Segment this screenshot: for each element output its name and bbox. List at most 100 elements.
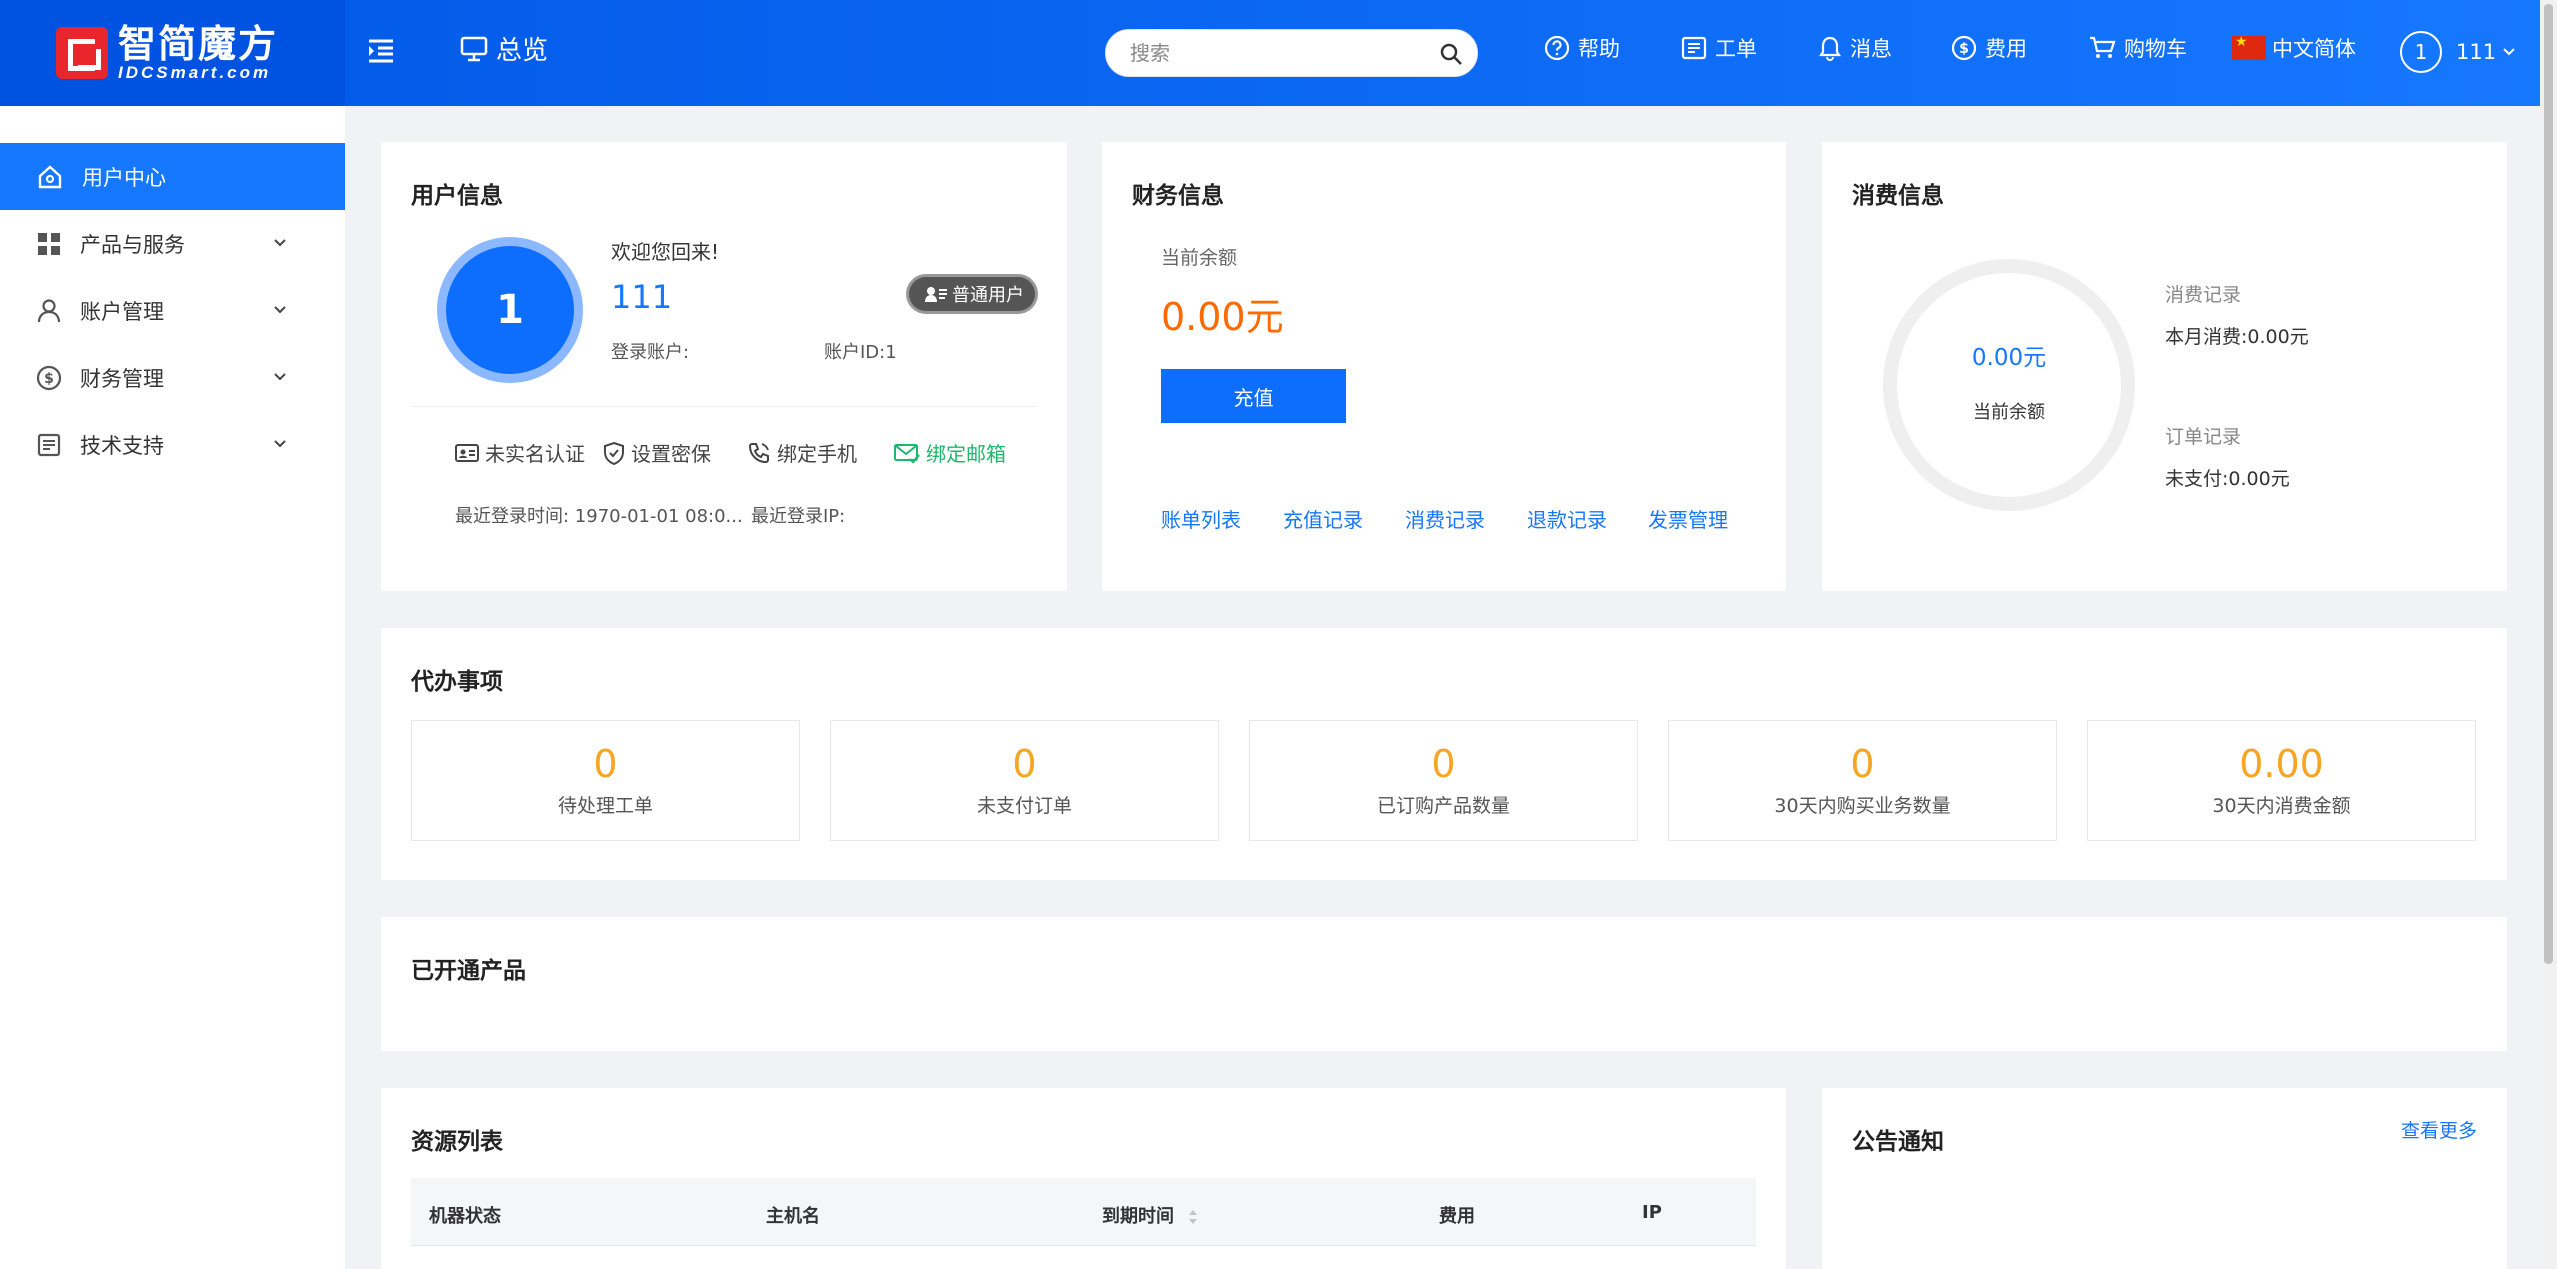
- page-scrollbar[interactable]: [2540, 0, 2557, 1269]
- todo-value: 0: [1012, 742, 1037, 786]
- todo-value: 0: [593, 742, 618, 786]
- recharge-record-link[interactable]: 充值记录: [1283, 504, 1363, 533]
- cart-icon: [2090, 36, 2116, 58]
- column-header-ip: IP: [1642, 1202, 1662, 1223]
- card-title: 公告通知: [1852, 1129, 1944, 1155]
- todo-pending-ticket[interactable]: 0 待处理工单: [411, 720, 800, 841]
- bell-icon: [1818, 36, 1842, 61]
- balance-label: 当前余额: [1161, 247, 1238, 269]
- realname-verify[interactable]: 未实名认证: [455, 438, 585, 467]
- todo-unpaid-order[interactable]: 0 未支付订单: [830, 720, 1219, 841]
- phone-label: 绑定手机: [777, 442, 857, 466]
- todo-card: 代办事项 0 待处理工单 0 未支付订单 0 已订购产品数量 0 30天内购买业…: [381, 628, 2507, 880]
- nav-ticket-label: 工单: [1715, 37, 1757, 61]
- nav-cart-label: 购物车: [2124, 37, 2187, 61]
- sidebar-item-label: 产品与服务: [80, 232, 185, 257]
- header-username: 111: [2456, 40, 2497, 64]
- notice-card: 公告通知 查看更多: [1822, 1088, 2507, 1269]
- nav-message-label: 消息: [1850, 37, 1892, 61]
- sidebar-item-support[interactable]: 技术支持: [0, 411, 345, 478]
- dollar-circle-icon: $: [1951, 35, 1977, 61]
- security-question[interactable]: 设置密保: [603, 438, 711, 467]
- login-account: 登录账户:: [611, 342, 690, 363]
- language-switch[interactable]: 中文简体: [2232, 33, 2356, 63]
- security-label: 设置密保: [631, 442, 711, 466]
- bind-email[interactable]: 绑定邮箱: [894, 438, 1006, 467]
- sidebar-item-label: 用户中心: [82, 165, 166, 190]
- logo-cn-text: 智简魔方: [118, 22, 279, 66]
- recharge-button[interactable]: 充值: [1161, 369, 1346, 423]
- overview-label: 总览: [496, 36, 549, 66]
- card-title: 财务信息: [1132, 183, 1224, 209]
- todo-value: 0: [1431, 742, 1456, 786]
- todo-label: 30天内购买业务数量: [1774, 795, 1951, 817]
- ring-label: 当前余额: [1973, 402, 2045, 423]
- logo-mark-icon: [56, 27, 108, 79]
- badge-label: 普通用户: [952, 285, 1024, 306]
- sidebar: 用户中心 产品与服务 账户管理 $ 财务管理 技术支持: [0, 106, 345, 1269]
- nav-fee-label: 费用: [1985, 37, 2027, 61]
- sidebar-item-finance[interactable]: $ 财务管理: [0, 344, 345, 411]
- nav-fee[interactable]: $ 费用: [1951, 33, 2027, 63]
- card-title: 资源列表: [411, 1129, 503, 1155]
- consume-record-link[interactable]: 消费记录: [1405, 504, 1485, 533]
- china-flag-icon: [2232, 34, 2266, 60]
- svg-text:$: $: [1959, 41, 1969, 57]
- todo-30day-purchases[interactable]: 0 30天内购买业务数量: [1668, 720, 2057, 841]
- todo-ordered-products[interactable]: 0 已订购产品数量: [1249, 720, 1638, 841]
- sidebar-item-products[interactable]: 产品与服务: [0, 210, 345, 277]
- ring-amount: 0.00元: [1971, 345, 2047, 371]
- menu-toggle-icon[interactable]: [366, 36, 396, 66]
- avatar-initial: 1: [446, 246, 574, 374]
- user-menu[interactable]: 1 111: [2400, 31, 2524, 73]
- sort-icon[interactable]: [1188, 1208, 1198, 1226]
- avatar: 1: [437, 237, 583, 383]
- shield-check-icon: [604, 441, 624, 465]
- help-icon: [1544, 35, 1570, 61]
- balance-ring-chart: [1883, 259, 2135, 511]
- bill-list-link[interactable]: 账单列表: [1161, 504, 1241, 533]
- todo-30day-spend[interactable]: 0.00 30天内消费金额: [2087, 720, 2476, 841]
- view-more-link[interactable]: 查看更多: [2401, 1116, 2477, 1143]
- logo[interactable]: 智简魔方 IDCSmart.com: [0, 0, 345, 106]
- logo-en-text: IDCSmart.com: [118, 63, 272, 82]
- refund-record-link[interactable]: 退款记录: [1527, 504, 1607, 533]
- opened-products-card: 已开通产品: [381, 917, 2507, 1051]
- todo-value: 0.00: [2239, 742, 2324, 786]
- sidebar-item-user-center[interactable]: 用户中心: [0, 143, 345, 210]
- welcome-text: 欢迎您回来!: [611, 240, 720, 264]
- search-box[interactable]: [1105, 29, 1478, 77]
- id-card-icon: [455, 443, 479, 462]
- overview-link[interactable]: 总览: [460, 30, 548, 67]
- nav-ticket[interactable]: 工单: [1681, 33, 1757, 63]
- chevron-down-icon: [274, 440, 286, 448]
- user-icon: [37, 298, 61, 322]
- month-consume: 本月消费:0.00元: [2165, 326, 2309, 348]
- table-header: 机器状态 主机名 到期时间 费用 IP: [411, 1178, 1756, 1246]
- svg-text:$: $: [44, 371, 54, 387]
- column-header-status: 机器状态: [429, 1206, 501, 1227]
- todo-label: 待处理工单: [557, 795, 653, 817]
- search-input[interactable]: [1130, 41, 1430, 65]
- last-login-ip: 最近登录IP:: [751, 506, 846, 527]
- nav-cart[interactable]: 购物车: [2088, 33, 2187, 63]
- chevron-down-icon: [2503, 48, 2515, 56]
- nav-message[interactable]: 消息: [1818, 33, 1892, 63]
- realname-label: 未实名认证: [485, 442, 585, 466]
- column-header-fee: 费用: [1439, 1206, 1475, 1227]
- email-label: 绑定邮箱: [926, 442, 1006, 466]
- bind-phone[interactable]: 绑定手机: [747, 438, 857, 467]
- search-icon[interactable]: [1439, 42, 1463, 66]
- column-header-expire[interactable]: 到期时间: [1102, 1202, 1198, 1228]
- user-card-icon: [925, 287, 947, 302]
- phone-icon: [748, 442, 769, 463]
- scrollbar-thumb[interactable]: [2544, 4, 2553, 964]
- card-title: 已开通产品: [411, 958, 526, 984]
- todo-label: 已订购产品数量: [1376, 795, 1510, 817]
- invoice-manage-link[interactable]: 发票管理: [1648, 504, 1728, 533]
- todo-value: 0: [1850, 742, 1875, 786]
- monitor-icon: [460, 36, 488, 61]
- nav-help[interactable]: 帮助: [1544, 33, 1620, 63]
- todo-label: 30天内消费金额: [2212, 795, 2351, 817]
- sidebar-item-account[interactable]: 账户管理: [0, 277, 345, 344]
